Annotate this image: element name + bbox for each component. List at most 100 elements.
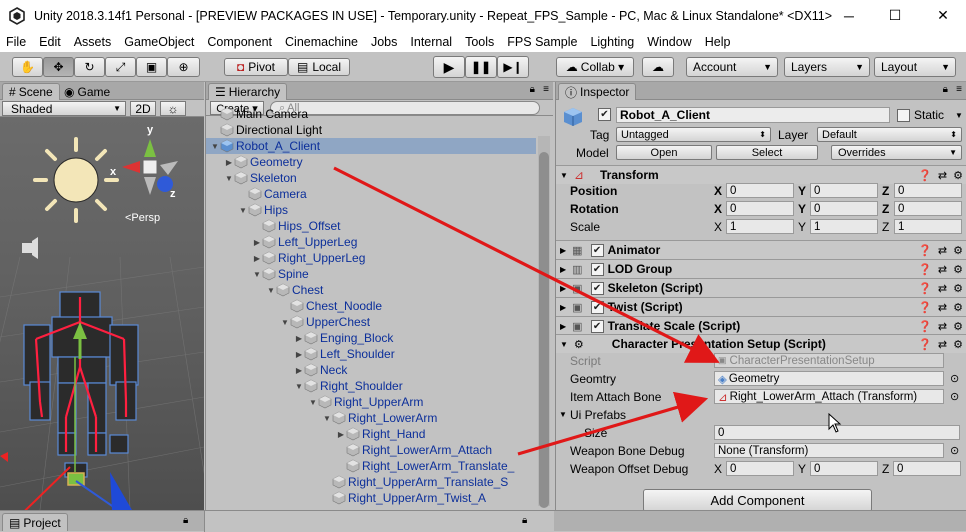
scene-viewport[interactable]: y x z <Persp — [0, 117, 204, 510]
help-icon[interactable]: ❓ — [918, 282, 932, 295]
open-prefab-button[interactable]: Open — [616, 145, 712, 160]
static-checkbox[interactable] — [897, 109, 910, 122]
hierarchy-row[interactable]: ▼ Robot_A_Client — [206, 138, 536, 154]
layers-dropdown[interactable]: Layers ▼ — [784, 57, 870, 77]
attach-bone-field[interactable]: ⊿ Right_LowerArm_Attach (Transform) — [714, 389, 944, 404]
hierarchy-row[interactable]: ▶ Geometry — [206, 154, 546, 170]
expanded-arrow-icon[interactable]: ▼ — [266, 286, 276, 295]
expanded-arrow-icon[interactable]: ▼ — [280, 318, 290, 327]
gear-icon[interactable]: ⚙ — [953, 263, 963, 276]
hierarchy-row[interactable]: Camera — [206, 186, 546, 202]
expanded-arrow-icon[interactable]: ▼ — [308, 398, 318, 407]
hierarchy-row[interactable]: ▶ Enging_Block — [206, 330, 546, 346]
lock-icon[interactable]: 🔒︎ — [530, 84, 535, 95]
cloud-button[interactable]: ☁ — [642, 57, 674, 77]
hierarchy-row[interactable]: ▶ Neck — [206, 362, 546, 378]
menu-internal[interactable]: Internal — [410, 35, 452, 49]
add-component-button[interactable]: Add Component — [643, 489, 872, 510]
gear-icon[interactable]: ⚙ — [953, 301, 963, 314]
menu-assets[interactable]: Assets — [74, 35, 112, 49]
tab-hierarchy[interactable]: ☰ Hierarchy — [208, 83, 288, 100]
pause-button[interactable]: ❚❚ — [465, 56, 497, 78]
2d-toggle[interactable]: 2D — [130, 101, 156, 116]
menu-file[interactable]: File — [6, 35, 26, 49]
hierarchy-row[interactable]: Chest_Noodle — [206, 298, 546, 314]
panel-menu-icon[interactable]: ≡ — [956, 84, 962, 95]
close-button[interactable]: ✕ — [920, 0, 966, 31]
presets-icon[interactable]: ⇄ — [938, 320, 947, 333]
pivot-toggle[interactable]: ◘ Pivot — [224, 58, 288, 76]
lighting-toggle[interactable]: ☼ — [160, 101, 186, 116]
step-button[interactable]: ▶❙ — [497, 56, 529, 78]
gear-icon[interactable]: ⚙ — [953, 320, 963, 333]
help-icon[interactable]: ❓ — [918, 320, 932, 333]
menu-jobs[interactable]: Jobs — [371, 35, 397, 49]
presets-icon[interactable]: ⇄ — [938, 282, 947, 295]
hierarchy-row[interactable]: ▼ Hips — [206, 202, 546, 218]
gear-icon[interactable]: ⚙ — [953, 338, 963, 351]
maximize-button[interactable]: ☐ — [872, 0, 918, 31]
orientation-gizmo[interactable]: y x z — [110, 124, 178, 200]
transform-position-y-input[interactable]: 0 — [810, 183, 878, 198]
play-button[interactable]: ▶ — [433, 56, 465, 78]
menu-tools[interactable]: Tools — [465, 35, 494, 49]
expanded-arrow-icon[interactable]: ▼ — [252, 270, 262, 279]
hierarchy-row[interactable]: Right_UpperArm_Translate_S — [206, 474, 546, 490]
hierarchy-row[interactable]: ▼ Right_Shoulder — [206, 378, 546, 394]
hierarchy-row[interactable]: ▼ Spine — [206, 266, 546, 282]
hierarchy-row[interactable]: ▶ Left_UpperLeg — [206, 234, 546, 250]
menu-edit[interactable]: Edit — [39, 35, 61, 49]
tab-project[interactable]: ▤ Project — [2, 513, 68, 531]
wod-z-input[interactable]: 0 — [893, 461, 961, 476]
menu-lighting[interactable]: Lighting — [590, 35, 634, 49]
collapsed-arrow-icon[interactable]: ▶ — [252, 254, 262, 263]
gear-icon[interactable]: ⚙ — [953, 244, 963, 257]
expanded-arrow-icon[interactable]: ▼ — [238, 206, 248, 215]
help-icon[interactable]: ❓ — [918, 263, 932, 276]
object-picker-icon[interactable]: ⊙ — [950, 444, 959, 457]
collab-dropdown[interactable]: ☁ Collab ▾ — [556, 57, 634, 77]
hierarchy-row[interactable]: ▼ Chest — [206, 282, 546, 298]
account-dropdown[interactable]: Account ▼ — [686, 57, 778, 77]
lock-icon[interactable]: 🔒︎ — [522, 515, 527, 526]
gear-icon[interactable]: ⚙ — [953, 282, 963, 295]
rotate-tool-button[interactable]: ↻ — [74, 57, 105, 77]
foldout-icon[interactable]: ▼ — [559, 410, 567, 419]
presets-icon[interactable]: ⇄ — [938, 169, 947, 182]
robot-model[interactable] — [23, 291, 139, 486]
transform-rotation-z-input[interactable]: 0 — [894, 201, 962, 216]
transform-position-x-input[interactable]: 0 — [726, 183, 794, 198]
transform-rotation-x-input[interactable]: 0 — [726, 201, 794, 216]
hierarchy-scrollbar[interactable] — [538, 136, 550, 508]
hierarchy-row[interactable]: Right_LowerArm_Translate_ — [206, 458, 546, 474]
presets-icon[interactable]: ⇄ — [938, 263, 947, 276]
transform-scale-x-input[interactable]: 1 — [726, 219, 794, 234]
transform-scale-y-input[interactable]: 1 — [810, 219, 878, 234]
hierarchy-row[interactable]: ▶ Right_UpperLeg — [206, 250, 546, 266]
hierarchy-row[interactable]: ▼ Skeleton — [206, 170, 546, 186]
lock-icon[interactable]: 🔒︎ — [943, 84, 948, 95]
transform-header[interactable]: ▼ ⊿ Transform ❓ ⇄ ⚙ — [556, 165, 966, 184]
hierarchy-row[interactable]: Main Camera — [206, 106, 546, 122]
move-tool-button[interactable]: ✥ — [43, 57, 74, 77]
wod-y-input[interactable]: 0 — [810, 461, 878, 476]
local-toggle[interactable]: ▤ Local — [288, 58, 350, 76]
tag-dropdown[interactable]: Untagged ⬍ — [616, 127, 771, 142]
expanded-arrow-icon[interactable]: ▼ — [224, 174, 234, 183]
collapsed-arrow-icon[interactable]: ▶ — [224, 158, 234, 167]
presets-icon[interactable]: ⇄ — [938, 338, 947, 351]
layer-dropdown[interactable]: Default ⬍ — [817, 127, 962, 142]
x-axis-handle[interactable] — [0, 466, 71, 510]
hand-tool-button[interactable]: ✋ — [12, 57, 43, 77]
collapsed-arrow-icon[interactable]: ▶ — [294, 350, 304, 359]
rect-tool-button[interactable]: ▣ — [136, 57, 167, 77]
component-header[interactable]: ▶ ▥ ✔ LOD Group ❓ ⇄ ⚙ — [556, 259, 966, 278]
chevron-down-icon[interactable]: ▼ — [955, 111, 963, 120]
help-icon[interactable]: ❓ — [918, 338, 932, 351]
component-enabled-checkbox[interactable]: ✔ — [590, 243, 604, 257]
layout-dropdown[interactable]: Layout ▼ — [874, 57, 956, 77]
menu-gameobject[interactable]: GameObject — [124, 35, 194, 49]
hierarchy-row[interactable]: ▶ Left_Shoulder — [206, 346, 546, 362]
collapsed-arrow-icon[interactable]: ▶ — [336, 430, 346, 439]
transform-rotation-y-input[interactable]: 0 — [810, 201, 878, 216]
